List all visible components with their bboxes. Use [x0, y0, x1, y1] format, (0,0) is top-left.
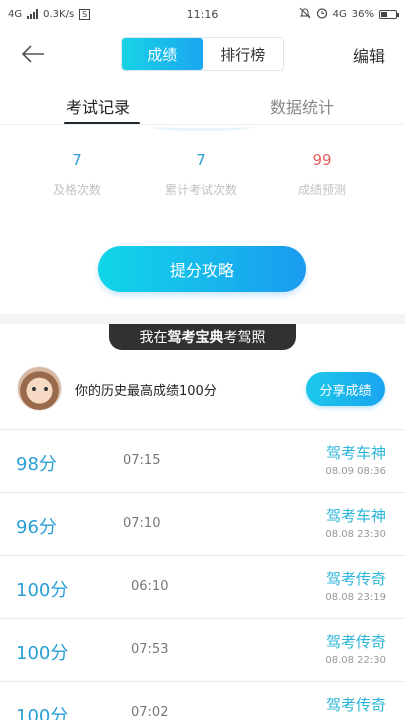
tab-scores[interactable]: 成绩 [122, 38, 203, 70]
edit-button[interactable]: 编辑 [353, 43, 385, 67]
arrow-left-icon [21, 45, 44, 63]
status-left: 4G 0.3K/s S [8, 8, 91, 20]
net-speed: 0.3K/s [43, 8, 75, 20]
sim-icon: S [79, 8, 91, 20]
records-list: 98分 07:15 驾考车神 08.09 08:36 96分 07:10 驾考车… [0, 429, 405, 720]
record-score: 98分 [16, 454, 57, 475]
record-score: 96分 [16, 517, 57, 538]
signal-icon [27, 9, 39, 19]
record-row[interactable]: 98分 07:15 驾考车神 08.09 08:36 [0, 429, 405, 492]
avatar [17, 366, 62, 411]
record-title: 驾考车神 [325, 507, 386, 525]
record-title: 驾考车神 [325, 444, 386, 462]
record-duration: 07:53 [131, 642, 169, 657]
stat-total: 7 累计考试次数 [141, 151, 261, 198]
share-score-button[interactable]: 分享成绩 [306, 372, 385, 406]
mute-icon [299, 7, 311, 22]
profile-row: 你的历史最高成绩100分 分享成绩 [0, 360, 405, 426]
gauge-arc [152, 123, 252, 131]
record-title: 驾考传奇 [325, 570, 386, 588]
brand-banner: 我在 驾考宝典 考驾照 [109, 324, 296, 350]
tab-exam-records[interactable]: 考试记录 [66, 94, 130, 118]
network-type-right: 4G [332, 8, 347, 20]
banner-suffix: 考驾照 [223, 330, 266, 346]
stat-total-value: 7 [196, 151, 206, 169]
banner-brand: 驾考宝典 [167, 330, 224, 346]
stat-prediction-value: 99 [312, 151, 332, 169]
record-row[interactable]: 96分 07:10 驾考车神 08.08 23:30 [0, 492, 405, 555]
battery-percent: 36% [351, 8, 374, 20]
record-title: 驾考传奇 [325, 696, 386, 714]
stat-passed: 7 及格次数 [17, 151, 137, 198]
sub-tabs: 考试记录 数据统计 [0, 86, 405, 126]
status-bar: 4G 0.3K/s S 11:16 4G 36% [0, 0, 405, 28]
record-score: 100分 [16, 706, 69, 720]
record-date: 08.08 23:30 [325, 529, 386, 540]
record-duration: 07:15 [123, 453, 161, 468]
tab-leaderboard[interactable]: 排行榜 [203, 38, 284, 70]
record-duration: 06:10 [131, 579, 169, 594]
record-score: 100分 [16, 643, 69, 664]
record-date: 08.08 23:19 [325, 592, 386, 603]
stat-passed-value: 7 [72, 151, 82, 169]
stat-prediction: 99 成绩预测 [262, 151, 382, 198]
segmented-control: 成绩 排行榜 [121, 37, 284, 71]
record-score: 100分 [16, 580, 69, 601]
record-row[interactable]: 100分 07:02 驾考传奇 [0, 681, 405, 720]
battery-icon [379, 9, 399, 19]
record-row[interactable]: 100分 07:53 驾考传奇 08.08 22:30 [0, 618, 405, 681]
record-duration: 07:02 [131, 705, 169, 720]
alarm-icon [316, 7, 328, 22]
stat-prediction-label: 成绩预测 [297, 183, 346, 197]
record-row[interactable]: 100分 06:10 驾考传奇 08.08 23:19 [0, 555, 405, 618]
stats-card: 7 及格次数 7 累计考试次数 99 成绩预测 提分攻略 [0, 124, 405, 314]
tab-data-stats[interactable]: 数据统计 [270, 94, 334, 118]
record-date: 08.09 08:36 [325, 466, 386, 477]
record-date: 08.08 22:30 [325, 655, 386, 666]
status-right: 4G 36% [299, 7, 399, 22]
network-type: 4G [8, 8, 23, 20]
record-title: 驾考传奇 [325, 633, 386, 651]
stat-passed-label: 及格次数 [52, 183, 101, 197]
section-divider [0, 314, 405, 324]
best-score-text: 你的历史最高成绩100分 [75, 384, 217, 399]
stat-total-label: 累计考试次数 [164, 183, 237, 197]
improve-tips-button[interactable]: 提分攻略 [98, 246, 306, 292]
record-duration: 07:10 [123, 516, 161, 531]
nav-bar: 成绩 排行榜 编辑 [0, 30, 405, 78]
banner-prefix: 我在 [139, 330, 168, 346]
back-button[interactable] [20, 40, 50, 68]
